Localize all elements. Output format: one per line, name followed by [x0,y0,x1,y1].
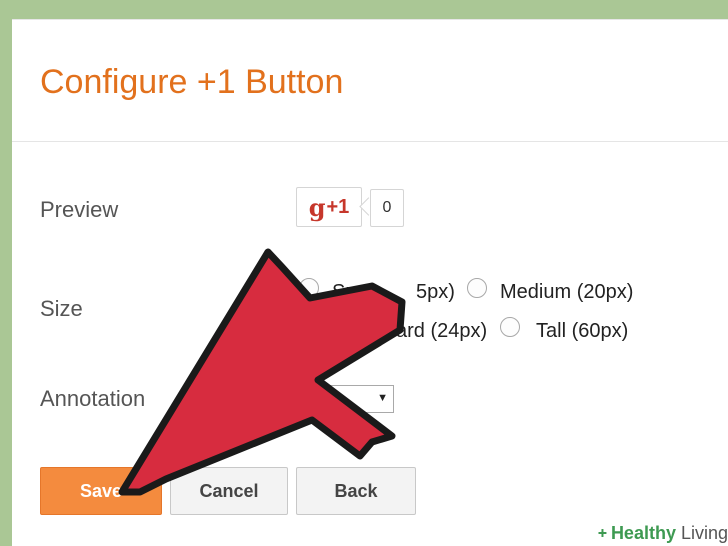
google-plus-one-button[interactable]: g +1 [296,187,362,227]
google-g-icon: g [308,192,326,222]
healthy-living-watermark: Healthy Living [594,520,728,546]
size-option-medium-label: Medium (20px) [500,281,634,303]
title-divider [12,141,728,142]
annotation-label: Annotation [40,386,146,411]
configure-panel: Configure +1 Button Preview g +1 0 Size S… [12,19,728,546]
size-option-small-label-tail: 5px) [416,281,455,303]
plus-one-text: +1 [326,195,350,218]
size-option-tall-label: Tall (60px) [536,320,629,342]
watermark-brand-rest: Living [675,522,728,543]
plus-one-count: 0 [370,189,404,227]
back-button[interactable]: Back [296,467,416,515]
page-title: Configure +1 Button [40,63,344,101]
size-radio-standard[interactable] [299,317,319,337]
annotation-select-value: ble [321,389,346,409]
annotation-select[interactable]: ble ▼ [316,385,394,413]
size-option-small-label: Sm [332,281,362,303]
preview-label: Preview [40,197,119,222]
cancel-button[interactable]: Cancel [170,467,288,515]
size-radio-tall[interactable] [500,317,520,337]
dropdown-arrow-icon: ▼ [377,392,388,404]
watermark-brand-bold: Healthy [610,522,676,543]
plus-leaf-icon [598,529,607,537]
size-radio-medium[interactable] [467,278,487,298]
size-radio-small[interactable] [299,278,319,298]
top-divider [12,19,728,20]
save-button[interactable]: Save [40,467,162,515]
watermark-text: Healthy Living [611,523,728,544]
size-option-standard-label: ard (24px) [396,320,488,342]
size-label: Size [40,296,83,321]
